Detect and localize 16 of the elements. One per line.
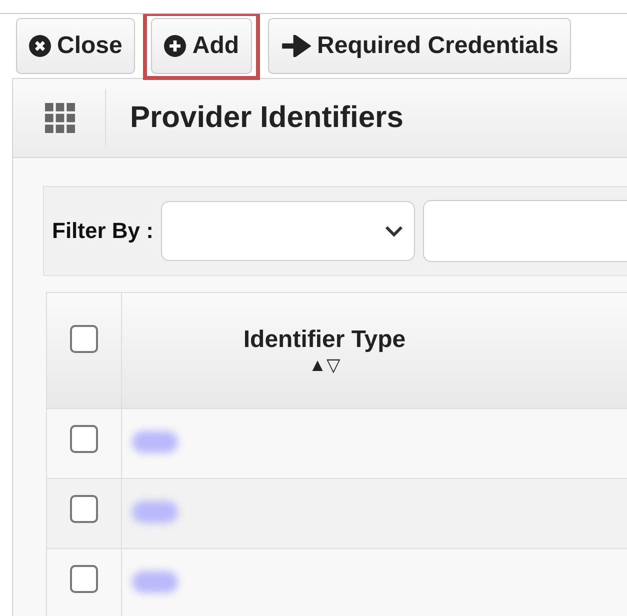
select-all-checkbox[interactable]	[70, 325, 98, 353]
chevron-down-icon	[384, 224, 404, 238]
row-checkbox[interactable]	[70, 425, 98, 453]
close-icon	[29, 35, 51, 57]
sort-arrows[interactable]: ▲▽	[308, 354, 340, 376]
toolbar-button[interactable]: Close	[16, 18, 136, 74]
grid-icon[interactable]	[45, 103, 75, 133]
plus-icon	[164, 35, 186, 57]
row-checkbox[interactable]	[70, 495, 98, 523]
filter-input[interactable]	[423, 200, 627, 262]
panel-title: Provider Identifiers	[130, 101, 404, 135]
toolbar-button[interactable]: Add	[151, 18, 252, 74]
arrow-right-icon	[281, 35, 312, 57]
filter-label: Filter By :	[52, 218, 154, 244]
toolbar-button[interactable]: Required Credentials	[268, 18, 572, 74]
row-checkbox[interactable]	[70, 565, 98, 593]
